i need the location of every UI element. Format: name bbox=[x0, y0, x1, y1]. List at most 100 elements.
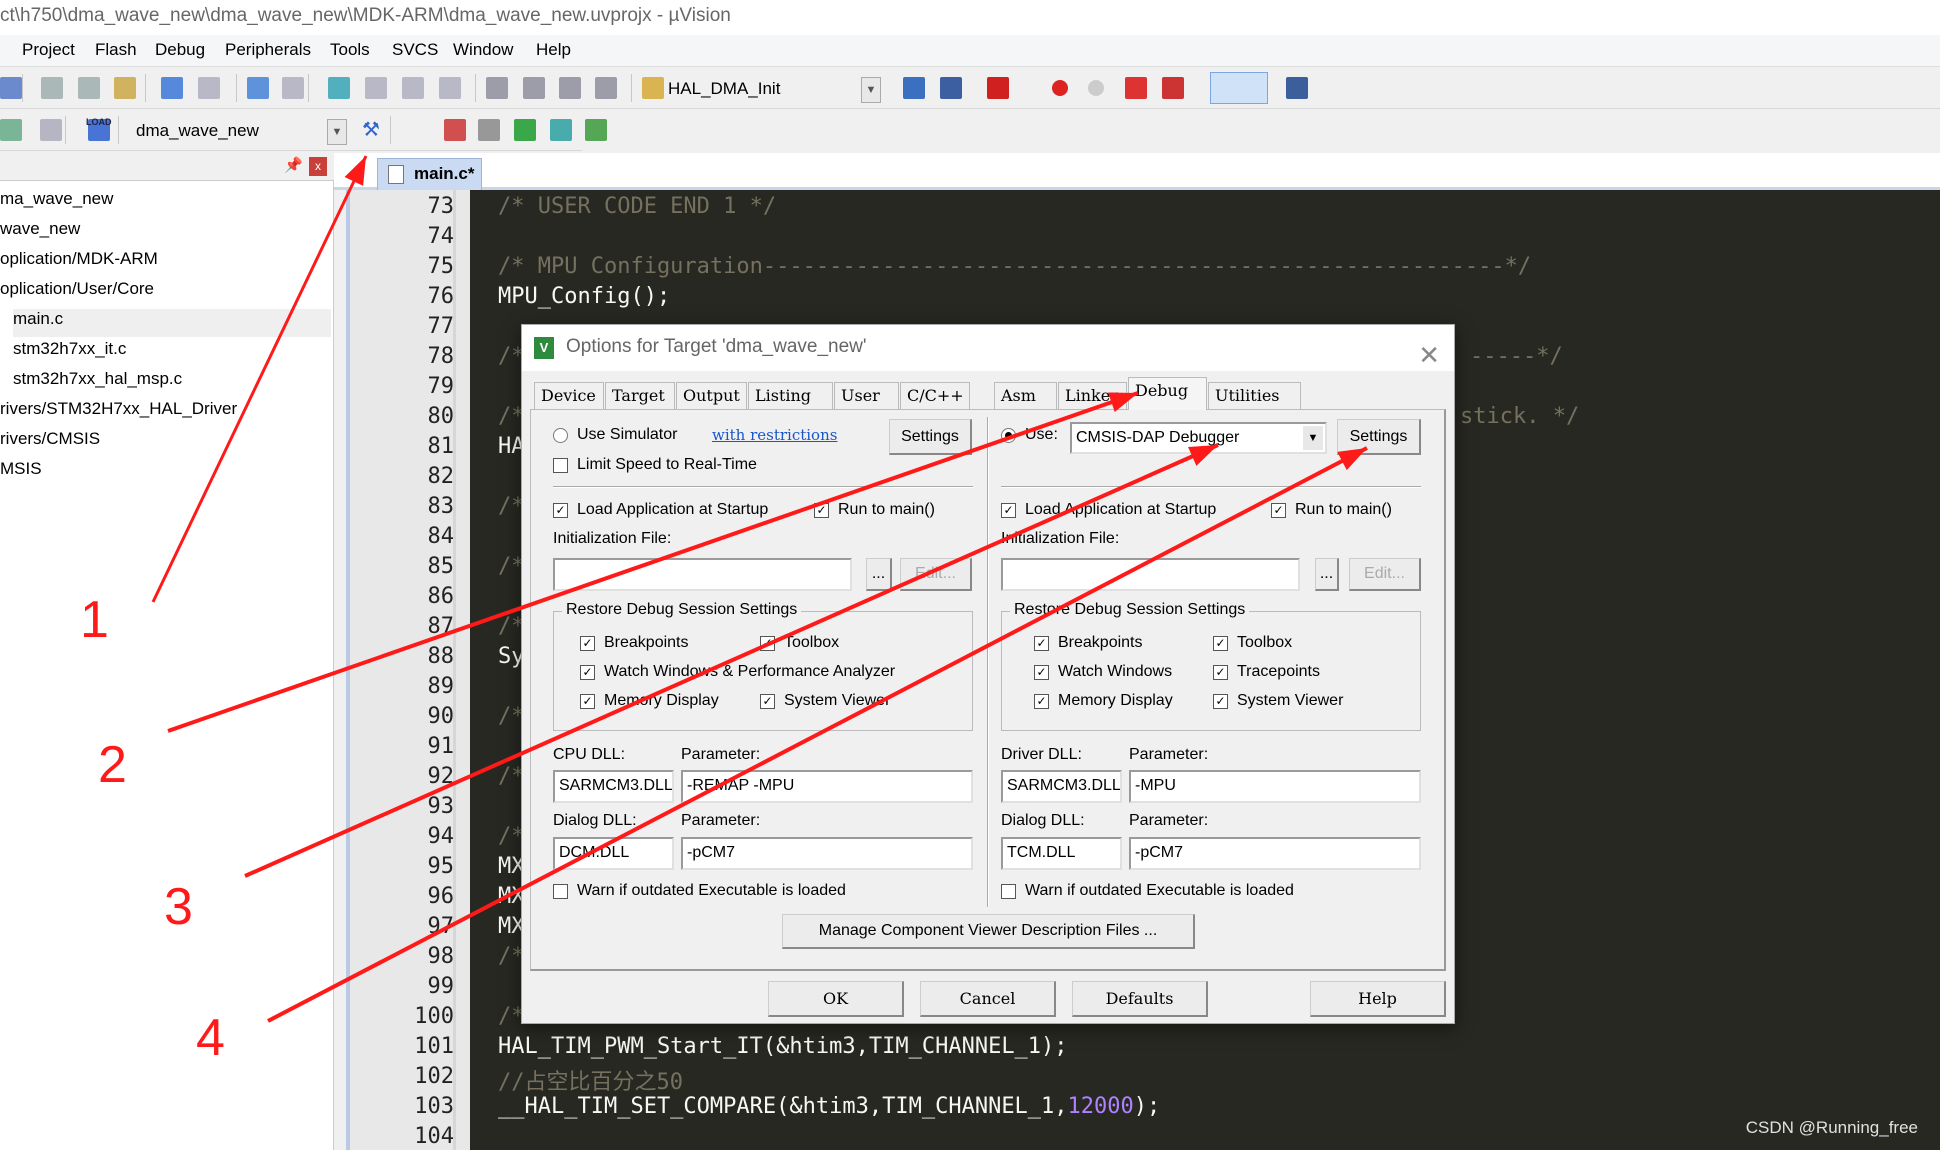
cpu-dll-input[interactable]: SARMCM3.DLL bbox=[553, 770, 674, 803]
run-to-main-checkbox[interactable]: ✓ bbox=[1271, 503, 1286, 518]
driver-param-input[interactable]: -MPU bbox=[1129, 770, 1421, 803]
tree-item[interactable]: main.c bbox=[13, 309, 331, 337]
system-viewer-checkbox[interactable]: ✓ bbox=[760, 694, 775, 709]
tab-main-c[interactable]: main.c* bbox=[377, 158, 482, 190]
tab-asm[interactable]: Asm bbox=[994, 382, 1057, 409]
dialog-dll-input[interactable]: TCM.DLL bbox=[1001, 837, 1122, 870]
menu-project[interactable]: Project bbox=[22, 40, 75, 60]
clear-bookmarks-icon[interactable] bbox=[439, 77, 461, 99]
menu-peripherals[interactable]: Peripherals bbox=[225, 40, 311, 60]
build-icon[interactable] bbox=[0, 77, 22, 99]
cancel-button[interactable]: Cancel bbox=[920, 981, 1056, 1017]
run-time-env-icon[interactable] bbox=[585, 119, 607, 141]
defaults-button[interactable]: Defaults bbox=[1072, 981, 1208, 1017]
menu-tools[interactable]: Tools bbox=[330, 40, 370, 60]
menu-window[interactable]: Window bbox=[453, 40, 513, 60]
close-icon[interactable]: ✕ bbox=[1418, 333, 1440, 377]
tree-item[interactable]: MSIS bbox=[0, 459, 42, 479]
tab-linker[interactable]: Linker bbox=[1058, 382, 1127, 409]
breakpoint-icon[interactable] bbox=[1052, 80, 1068, 96]
tab-listing[interactable]: Listing bbox=[748, 382, 833, 409]
dialog-param-input[interactable]: -pCM7 bbox=[681, 837, 973, 870]
find-icon[interactable] bbox=[903, 77, 925, 99]
select-packs-icon[interactable] bbox=[514, 119, 536, 141]
comment-icon[interactable] bbox=[559, 77, 581, 99]
toolbox-checkbox[interactable]: ✓ bbox=[1213, 636, 1228, 651]
breakpoints-checkbox[interactable]: ✓ bbox=[1034, 636, 1049, 651]
chevron-down-icon[interactable]: ▼ bbox=[861, 77, 881, 103]
tree-item[interactable]: rivers/CMSIS bbox=[0, 429, 100, 449]
target-select[interactable]: dma_wave_new bbox=[130, 117, 350, 144]
simulator-settings-button[interactable]: Settings bbox=[889, 419, 972, 455]
watch-checkbox[interactable]: ✓ bbox=[580, 665, 595, 680]
tree-item[interactable]: stm32h7xx_it.c bbox=[13, 339, 126, 359]
chevron-down-icon[interactable]: ▼ bbox=[1303, 426, 1323, 450]
menu-help[interactable]: Help bbox=[536, 40, 571, 60]
limit-speed-checkbox[interactable] bbox=[553, 458, 568, 473]
menu-debug[interactable]: Debug bbox=[155, 40, 205, 60]
warn-checkbox[interactable] bbox=[553, 884, 568, 899]
cut-icon[interactable] bbox=[41, 77, 63, 99]
init-file-input[interactable] bbox=[553, 558, 852, 591]
tab-user[interactable]: User bbox=[834, 382, 899, 409]
load-app-checkbox[interactable]: ✓ bbox=[553, 503, 568, 518]
load-app-checkbox[interactable]: ✓ bbox=[1001, 503, 1016, 518]
tab-device[interactable]: Device bbox=[534, 382, 604, 409]
forward-icon[interactable] bbox=[282, 77, 304, 99]
tree-item[interactable]: wave_new bbox=[0, 219, 80, 239]
manage-components-icon[interactable] bbox=[444, 119, 466, 141]
window-layout-button[interactable] bbox=[1210, 72, 1268, 104]
debugger-settings-button[interactable]: Settings bbox=[1337, 419, 1421, 455]
incremental-find-icon[interactable] bbox=[940, 77, 962, 99]
use-simulator-radio[interactable] bbox=[553, 428, 568, 443]
edit-button[interactable]: Edit... bbox=[1349, 558, 1421, 591]
indent-icon[interactable] bbox=[486, 77, 508, 99]
init-file-input[interactable] bbox=[1001, 558, 1300, 591]
close-icon[interactable]: x bbox=[309, 157, 327, 176]
debug-start-icon[interactable] bbox=[987, 77, 1009, 99]
help-button[interactable]: Help bbox=[1310, 981, 1446, 1017]
menu-flash[interactable]: Flash bbox=[95, 40, 137, 60]
translate-icon[interactable] bbox=[0, 119, 22, 141]
tab-target[interactable]: Target bbox=[605, 382, 675, 409]
memory-checkbox[interactable]: ✓ bbox=[1034, 694, 1049, 709]
back-icon[interactable] bbox=[247, 77, 269, 99]
redo-icon[interactable] bbox=[198, 77, 220, 99]
file-extensions-icon[interactable] bbox=[478, 119, 500, 141]
kill-breakpoints-icon[interactable] bbox=[1125, 77, 1147, 99]
menu-svcs[interactable]: SVCS bbox=[392, 40, 438, 60]
uncomment-icon[interactable] bbox=[595, 77, 617, 99]
debugger-select[interactable]: CMSIS-DAP Debugger ▼ bbox=[1070, 422, 1327, 454]
copy-icon[interactable] bbox=[78, 77, 100, 99]
tree-item[interactable]: oplication/MDK-ARM bbox=[0, 249, 158, 269]
ok-button[interactable]: OK bbox=[768, 981, 904, 1017]
find-in-files-icon[interactable] bbox=[642, 77, 664, 99]
next-bookmark-icon[interactable] bbox=[402, 77, 424, 99]
toolbox-checkbox[interactable]: ✓ bbox=[760, 636, 775, 651]
use-debugger-radio[interactable] bbox=[1001, 428, 1016, 443]
memory-checkbox[interactable]: ✓ bbox=[580, 694, 595, 709]
pin-icon[interactable]: 📌 bbox=[284, 156, 303, 174]
unindent-icon[interactable] bbox=[523, 77, 545, 99]
disable-breakpoint-icon[interactable] bbox=[1088, 80, 1104, 96]
browse-button[interactable]: ... bbox=[1315, 558, 1339, 591]
browse-button[interactable]: ... bbox=[866, 558, 892, 591]
disable-all-icon[interactable] bbox=[1162, 77, 1184, 99]
tab-debug[interactable]: Debug bbox=[1128, 377, 1207, 410]
tab-utilities[interactable]: Utilities bbox=[1208, 382, 1301, 409]
run-to-main-checkbox[interactable]: ✓ bbox=[814, 503, 829, 518]
pack-installer-icon[interactable] bbox=[550, 119, 572, 141]
options-for-target-icon[interactable]: ⚒ bbox=[360, 119, 382, 141]
manage-component-viewer-button[interactable]: Manage Component Viewer Description File… bbox=[782, 914, 1195, 949]
system-viewer-checkbox[interactable]: ✓ bbox=[1213, 694, 1228, 709]
breakpoints-checkbox[interactable]: ✓ bbox=[580, 636, 595, 651]
cpu-param-input[interactable]: -REMAP -MPU bbox=[681, 770, 973, 803]
warn-checkbox[interactable] bbox=[1001, 884, 1016, 899]
dialog-param-input[interactable]: -pCM7 bbox=[1129, 837, 1421, 870]
tab-output[interactable]: Output bbox=[676, 382, 747, 409]
paste-icon[interactable] bbox=[114, 77, 136, 99]
batch-build-icon[interactable] bbox=[40, 119, 62, 141]
edit-button[interactable]: Edit... bbox=[900, 558, 972, 591]
find-combo[interactable]: HAL_DMA_Init bbox=[660, 75, 884, 102]
tracepoints-checkbox[interactable]: ✓ bbox=[1213, 665, 1228, 680]
